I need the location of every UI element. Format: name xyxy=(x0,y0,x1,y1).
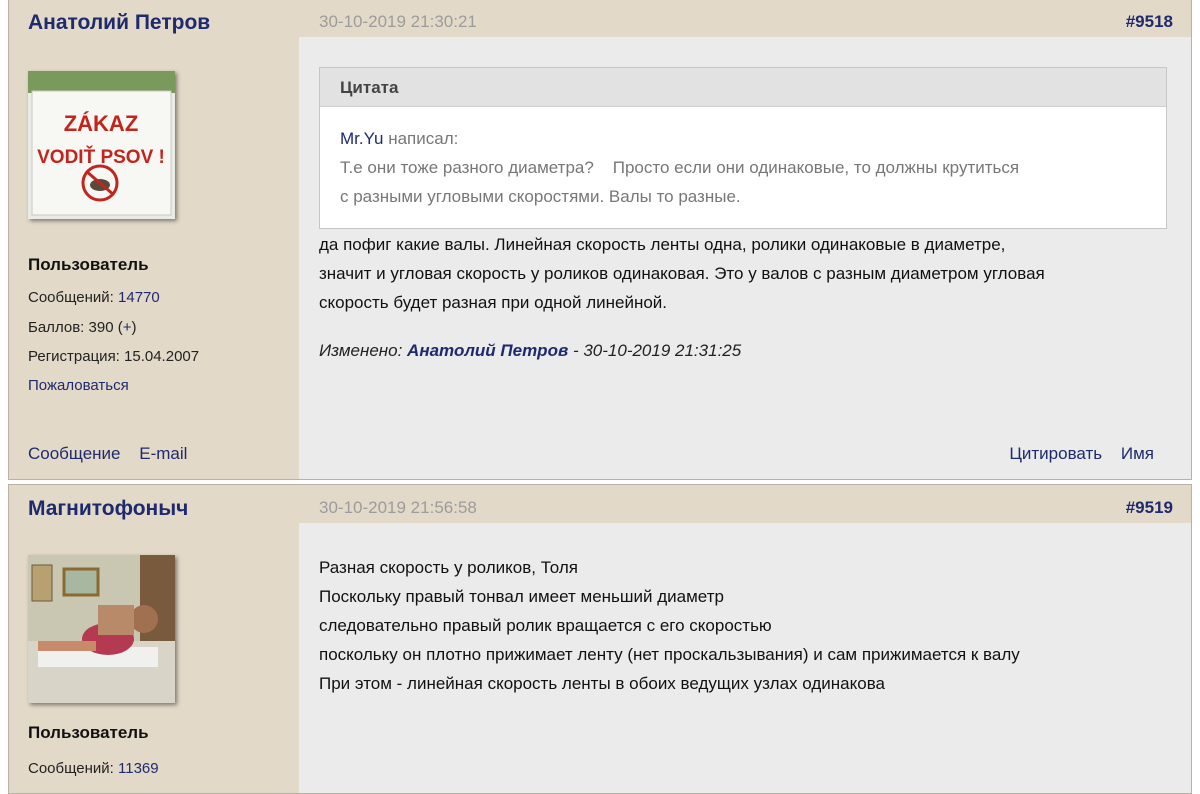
author-name[interactable]: Анатолий Петров xyxy=(28,11,210,35)
post-header: 30-10-2019 21:30:21 #9518 xyxy=(299,0,1191,37)
messages-count: Сообщений: 14770 xyxy=(28,289,160,306)
quote-button[interactable]: Цитировать xyxy=(1009,444,1102,463)
edited-author[interactable]: Анатолий Петров xyxy=(407,341,568,360)
quote-attribution: Mr.Yu написал: xyxy=(340,124,1146,153)
text-line: Поскольку правый тонвал имеет меньший ди… xyxy=(319,587,724,606)
forum-post: Анатолий Петров ZÁKAZ VODIŤ PSOV ! Польз… xyxy=(8,0,1192,480)
points-label: Баллов: 390 ( xyxy=(28,319,123,336)
post-author-panel: Магнитофоныч Пользователь Сообщений: 113… xyxy=(9,485,300,793)
edited-prefix: Изменено: xyxy=(319,341,408,360)
post-body: Разная скорость у роликов, Толя Поскольк… xyxy=(299,523,1191,793)
avatar-sign-line1: ZÁKAZ xyxy=(64,111,139,136)
user-role: Пользователь xyxy=(28,723,149,742)
post-number[interactable]: #9518 xyxy=(1126,12,1173,32)
message-link[interactable]: Сообщение xyxy=(28,444,121,463)
edited-note: Изменено: Анатолий Петров - 30-10-2019 2… xyxy=(319,341,741,361)
messages-label: Сообщений: xyxy=(28,289,114,306)
quote-header: Цитата xyxy=(320,68,1166,107)
quote-author[interactable]: Mr.Yu xyxy=(340,129,383,148)
quote-line: Т.е они тоже разного диаметра? Просто ес… xyxy=(340,158,1020,177)
forum-post: Магнитофоныч Пользователь Сообщений: 113… xyxy=(8,484,1192,794)
registration-date: Регистрация: 15.04.2007 xyxy=(28,348,200,365)
quote-body: Mr.Yu написал: Т.е они тоже разного диам… xyxy=(320,107,1166,211)
avatar xyxy=(28,555,175,703)
text-line: поскольку он плотно прижимает ленту (нет… xyxy=(319,645,1020,664)
post-date: 30-10-2019 21:30:21 xyxy=(319,12,477,31)
text-line: да пофиг какие валы. Линейная скорость л… xyxy=(319,235,1006,254)
post-author-panel: Анатолий Петров ZÁKAZ VODIŤ PSOV ! Польз… xyxy=(9,0,300,479)
points-close: ) xyxy=(131,319,137,336)
name-button[interactable]: Имя xyxy=(1121,444,1154,463)
quote-line: с разными угловыми скоростями. Валы то р… xyxy=(340,187,741,206)
email-link[interactable]: E-mail xyxy=(139,444,187,463)
quote-block: Цитата Mr.Yu написал: Т.е они тоже разно… xyxy=(319,67,1167,229)
messages-label: Сообщений: xyxy=(28,760,114,777)
post-body: Цитата Mr.Yu написал: Т.е они тоже разно… xyxy=(299,37,1191,479)
contact-links: Сообщение E-mail xyxy=(28,444,201,464)
user-role: Пользователь xyxy=(28,255,149,274)
text-line: При этом - линейная скорость ленты в обо… xyxy=(319,674,885,693)
post-text: Разная скорость у роликов, Толя Поскольк… xyxy=(319,553,1020,698)
text-line: Разная скорость у роликов, Толя xyxy=(319,558,578,577)
complain-link[interactable]: Пожаловаться xyxy=(28,377,129,394)
post-header: 30-10-2019 21:56:58 #9519 xyxy=(299,485,1191,523)
text-line: скорость будет разная при одной линейной… xyxy=(319,293,668,312)
points: Баллов: 390 (+) xyxy=(28,319,136,336)
text-line: следовательно правый ролик вращается с е… xyxy=(319,616,772,635)
author-name[interactable]: Магнитофоныч xyxy=(28,497,188,521)
post-date: 30-10-2019 21:56:58 xyxy=(319,498,477,517)
post-number[interactable]: #9519 xyxy=(1126,498,1173,518)
messages-value[interactable]: 11369 xyxy=(118,760,159,777)
edited-suffix: - 30-10-2019 21:31:25 xyxy=(568,341,742,360)
avatar: ZÁKAZ VODIŤ PSOV ! xyxy=(28,71,175,219)
text-line: значит и угловая скорость у роликов один… xyxy=(319,264,1045,283)
post-text: да пофиг какие валы. Линейная скорость л… xyxy=(319,230,1045,317)
quote-wrote: написал: xyxy=(383,129,459,148)
messages-value[interactable]: 14770 xyxy=(118,289,160,306)
messages-count: Сообщений: 11369 xyxy=(28,760,159,777)
post-actions: Цитировать Имя xyxy=(995,444,1154,464)
